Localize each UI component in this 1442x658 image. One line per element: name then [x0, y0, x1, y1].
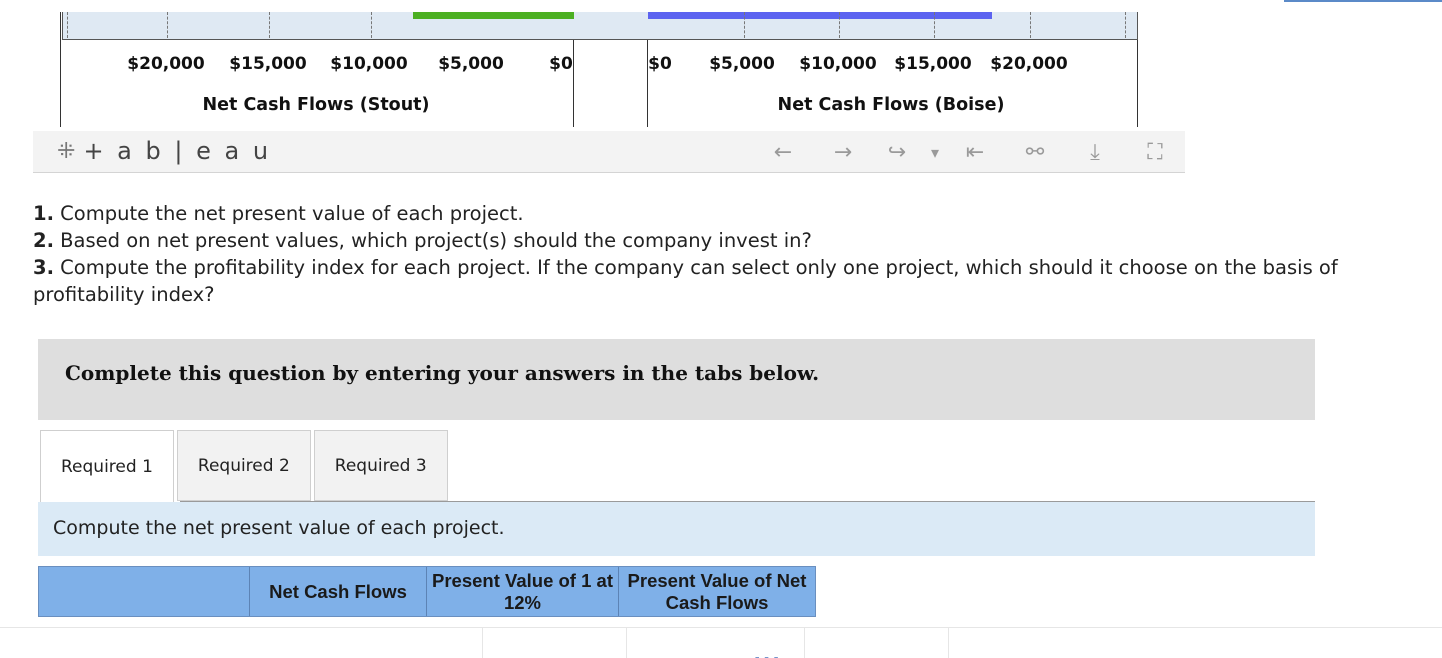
column-header-label [39, 567, 249, 616]
page-accent-line [1284, 0, 1442, 2]
undo-icon[interactable]: ← [769, 138, 797, 166]
table-body-row [0, 627, 1442, 658]
cell-divider [948, 628, 949, 658]
stout-tick-label: $15,000 [229, 54, 307, 74]
stout-tick-label: $20,000 [127, 54, 205, 74]
stout-gridline [269, 12, 270, 38]
boise-bar-strip [648, 12, 1138, 40]
fullscreen-icon[interactable]: ⛶ [1141, 138, 1169, 166]
stout-gridline [371, 12, 372, 38]
share-icon[interactable]: ⚯ [1021, 138, 1049, 166]
cell-divider [804, 628, 805, 658]
question-number: 1. [33, 202, 54, 225]
column-header-net-cash-flows: Net Cash Flows [249, 567, 426, 616]
boise-gridline [934, 12, 935, 38]
question-number: 3. [33, 256, 54, 279]
boise-tick-label: $20,000 [990, 54, 1068, 74]
tableau-logo-text: + a b | e a u [83, 137, 272, 165]
tableau-logo[interactable]: ⁜ + a b | e a u [57, 137, 271, 165]
reset-icon[interactable]: ⇤ [961, 138, 989, 166]
boise-tick-label: $0 [648, 54, 672, 74]
boise-tick-label: $15,000 [894, 54, 972, 74]
tab-required-2[interactable]: Required 2 [176, 430, 311, 501]
question-text: Compute the profitability index for each… [33, 256, 1338, 306]
tableau-chart: $20,000 $15,000 $10,000 $5,000 $0 Net Ca… [0, 0, 1442, 130]
download-icon[interactable]: ⤓ [1081, 138, 1109, 166]
boise-axis-title: Net Cash Flows (Boise) [777, 95, 1005, 115]
stout-axis-title: Net Cash Flows (Stout) [202, 95, 430, 115]
question-item: 3. Compute the profitability index for e… [33, 254, 1433, 308]
required-tabs: Required 1 Required 2 Required 3 [40, 430, 448, 502]
panel-prompt-bar: Compute the net present value of each pr… [38, 502, 1315, 556]
column-header-pv-factor: Present Value of 1 at 12% [426, 567, 618, 616]
panel-prompt: Compute the net present value of each pr… [53, 517, 505, 539]
stout-gridline [167, 12, 168, 38]
dash-placeholder: --- [753, 650, 782, 658]
column-header-pv-cash-flows: Present Value of Net Cash Flows [618, 567, 815, 616]
stout-bar [413, 12, 575, 19]
stout-axis-border [60, 12, 61, 127]
boise-gridline [1125, 12, 1126, 38]
redo-icon[interactable]: → [829, 138, 857, 166]
question-item: 1. Compute the net present value of each… [33, 200, 1433, 227]
cell-divider [626, 628, 627, 658]
stout-gridline [67, 12, 68, 38]
tableau-mark-icon: ⁜ [57, 138, 76, 163]
stout-tick-label: $0 [549, 54, 573, 74]
boise-gridline [744, 12, 745, 38]
boise-axis-border [1137, 40, 1138, 127]
question-text: Compute the net present value of each pr… [53, 202, 524, 225]
tab-required-3[interactable]: Required 3 [313, 430, 448, 501]
stout-tick-label: $10,000 [330, 54, 408, 74]
dropdown-arrow-icon[interactable]: ▾ [921, 138, 949, 166]
instruction-banner: Complete this question by entering your … [38, 339, 1315, 420]
cell-divider [482, 628, 483, 658]
instruction-text: Complete this question by entering your … [65, 361, 820, 385]
boise-gridline [839, 12, 840, 38]
question-number: 2. [33, 229, 54, 252]
boise-gridline [1030, 12, 1031, 38]
npv-table-header: Net Cash Flows Present Value of 1 at 12%… [38, 566, 816, 617]
question-list: 1. Compute the net present value of each… [33, 200, 1433, 308]
tableau-toolbar: ⁜ + a b | e a u ← → ↪ ▾ ⇤ ⚯ ⤓ ⛶ [33, 131, 1185, 173]
tab-required-1[interactable]: Required 1 [40, 430, 174, 502]
question-text: Based on net present values, which proje… [53, 229, 812, 252]
chart-gap [574, 12, 648, 40]
revert-icon[interactable]: ↪ [883, 138, 911, 166]
boise-tick-label: $10,000 [799, 54, 877, 74]
boise-bar [648, 12, 992, 19]
question-item: 2. Based on net present values, which pr… [33, 227, 1433, 254]
stout-tick-label: $5,000 [438, 54, 504, 74]
boise-tick-label: $5,000 [709, 54, 775, 74]
stout-bar-strip [62, 12, 575, 40]
